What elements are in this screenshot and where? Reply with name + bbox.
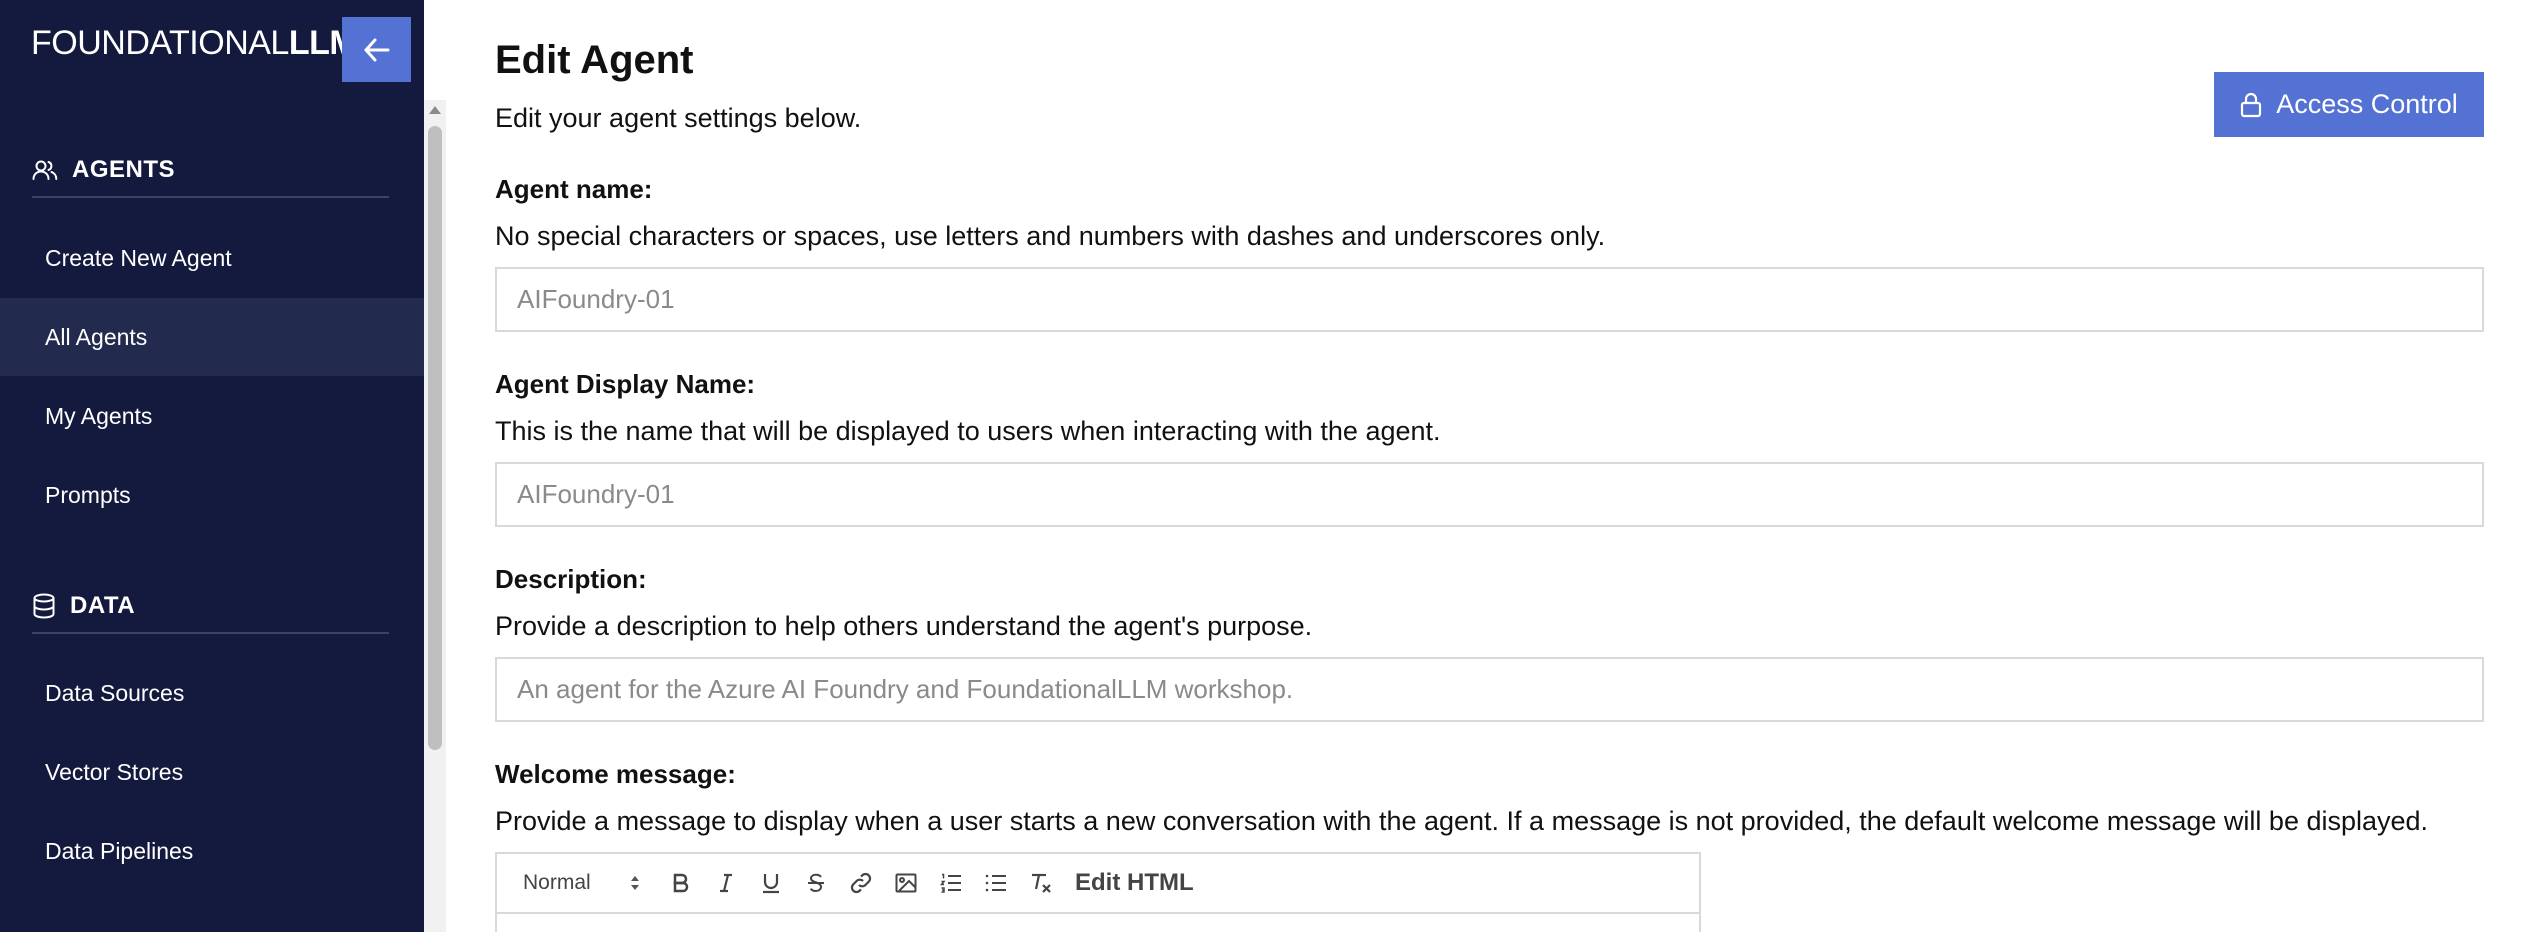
format-select[interactable]: Normal bbox=[523, 871, 658, 895]
editor-toolbar: Normal Edit HTML bbox=[497, 854, 1699, 914]
sidebar-item-create-new-agent[interactable]: Create New Agent bbox=[0, 219, 424, 297]
lock-icon bbox=[2241, 92, 2262, 117]
clear-format-button[interactable] bbox=[1018, 863, 1063, 903]
database-icon bbox=[33, 593, 55, 619]
description-label: Description: bbox=[495, 564, 647, 594]
bullet-list-button[interactable] bbox=[973, 863, 1018, 903]
sidebar-section-data: DATA bbox=[32, 580, 389, 634]
sidebar-scrollbar-thumb[interactable] bbox=[428, 126, 442, 750]
sidebar-item-prompts[interactable]: Prompts bbox=[0, 456, 424, 534]
description-help: Provide a description to help others und… bbox=[495, 611, 1313, 641]
strikethrough-icon bbox=[807, 873, 824, 893]
link-button[interactable] bbox=[838, 863, 883, 903]
welcome-message-label: Welcome message: bbox=[495, 759, 736, 789]
welcome-message-editor[interactable]: Normal Edit HTML bbox=[495, 852, 1701, 932]
sidebar-item-data-pipelines[interactable]: Data Pipelines bbox=[0, 812, 424, 890]
select-arrows-icon bbox=[631, 876, 639, 890]
welcome-message-help: Provide a message to display when a user… bbox=[495, 806, 2429, 836]
bold-button[interactable] bbox=[658, 863, 703, 903]
strikethrough-button[interactable] bbox=[793, 863, 838, 903]
agent-display-name-help: This is the name that will be displayed … bbox=[495, 416, 1441, 446]
link-icon bbox=[850, 872, 871, 894]
bold-icon bbox=[673, 873, 688, 893]
description-input[interactable] bbox=[495, 657, 2484, 722]
agent-display-name-label: Agent Display Name: bbox=[495, 369, 756, 399]
scroll-up-arrow-icon[interactable] bbox=[429, 106, 441, 114]
main-content: Edit Agent Edit your agent settings belo… bbox=[446, 0, 2528, 932]
sidebar-section-agents: AGENTS bbox=[32, 144, 389, 198]
sidebar-item-my-agents[interactable]: My Agents bbox=[0, 377, 424, 455]
underline-icon bbox=[762, 874, 779, 894]
italic-icon bbox=[719, 873, 732, 893]
collapse-sidebar-button[interactable] bbox=[342, 17, 411, 82]
edit-html-button[interactable]: Edit HTML bbox=[1075, 869, 1194, 897]
page-title: Edit Agent bbox=[495, 38, 694, 82]
sidebar-item-vector-stores[interactable]: Vector Stores bbox=[0, 733, 424, 811]
clear-format-icon bbox=[1031, 873, 1051, 893]
italic-button[interactable] bbox=[703, 863, 748, 903]
ordered-list-button[interactable] bbox=[928, 863, 973, 903]
arrow-left-icon bbox=[364, 38, 389, 61]
bullet-list-icon bbox=[985, 874, 1006, 892]
agent-display-name-input[interactable] bbox=[495, 462, 2484, 527]
sidebar-item-all-agents[interactable]: All Agents bbox=[0, 298, 424, 376]
agent-name-help: No special characters or spaces, use let… bbox=[495, 221, 1606, 251]
ordered-list-icon bbox=[939, 873, 961, 893]
image-button[interactable] bbox=[883, 863, 928, 903]
access-control-button[interactable]: Access Control bbox=[2214, 72, 2484, 137]
agent-name-input[interactable] bbox=[495, 267, 2484, 332]
page-subtitle: Edit your agent settings below. bbox=[495, 103, 862, 133]
agent-name-label: Agent name: bbox=[495, 174, 653, 204]
users-icon bbox=[32, 160, 58, 180]
sidebar: FOUNDATIONALLLM AGENTS Create New Agent … bbox=[0, 0, 424, 932]
underline-button[interactable] bbox=[748, 863, 793, 903]
app-logo: FOUNDATIONALLLM bbox=[31, 24, 358, 62]
sidebar-item-data-sources[interactable]: Data Sources bbox=[0, 654, 424, 732]
image-icon bbox=[895, 873, 916, 893]
